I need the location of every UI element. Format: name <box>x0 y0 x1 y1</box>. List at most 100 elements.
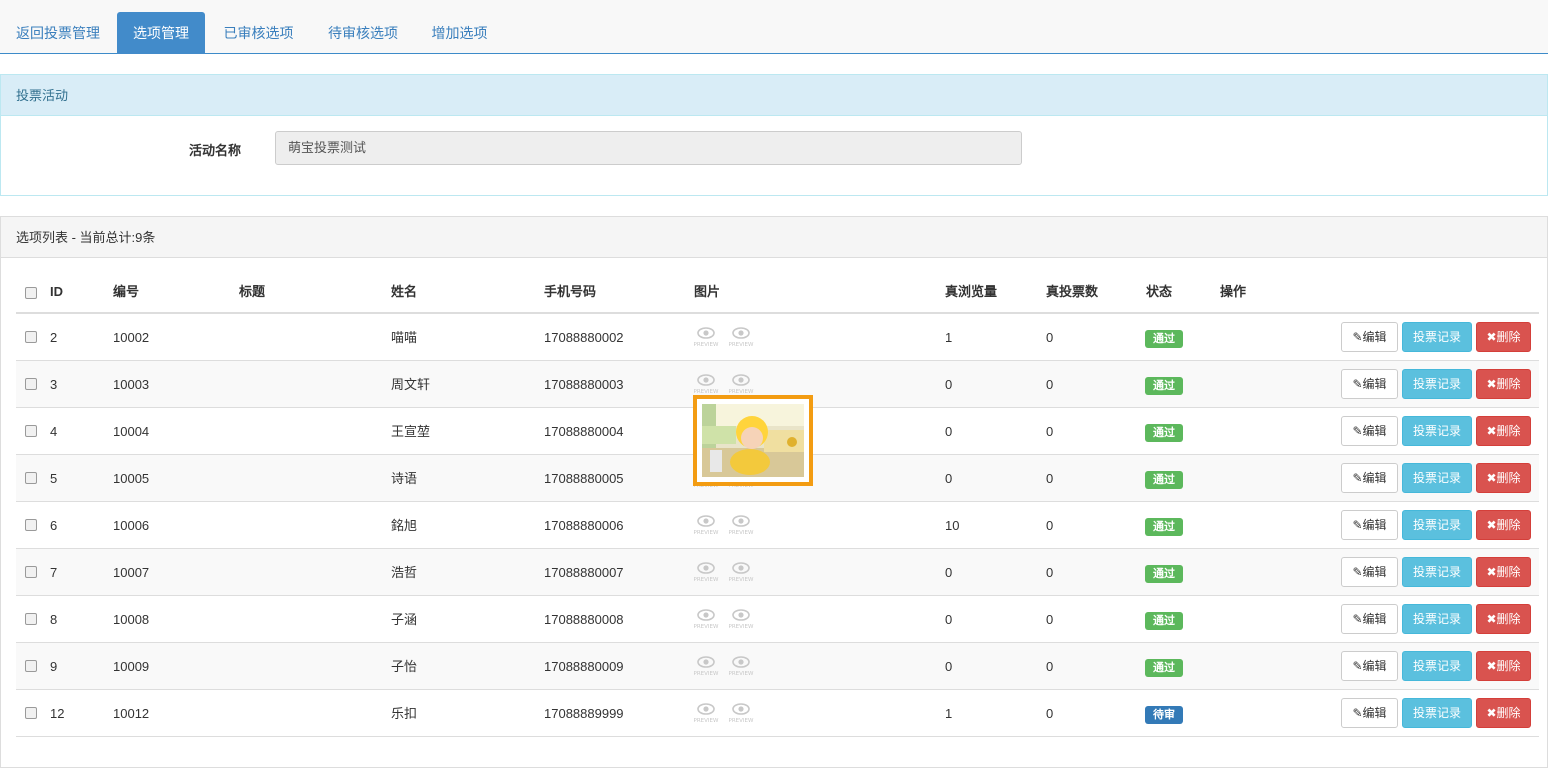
preview-eye-icon[interactable]: PREVIEW <box>693 608 719 632</box>
status-badge: 通过 <box>1145 471 1183 489</box>
row-id: 6 <box>50 518 58 533</box>
row-checkbox[interactable] <box>25 660 37 672</box>
row-checkbox[interactable] <box>25 613 37 625</box>
vote-log-button[interactable]: 投票记录 <box>1402 322 1472 352</box>
tab-add-option[interactable]: 增加选项 <box>415 12 504 54</box>
delete-button[interactable]: ✖删除 <box>1476 557 1531 587</box>
vote-log-button[interactable]: 投票记录 <box>1402 510 1472 540</box>
svg-text:PREVIEW: PREVIEW <box>729 342 754 348</box>
edit-button[interactable]: ✎编辑 <box>1341 369 1398 399</box>
preview-eye-icon[interactable]: PREVIEW <box>693 326 719 350</box>
row-name: 周文轩 <box>391 377 431 392</box>
activity-name-field[interactable]: 萌宝投票测试 <box>275 131 1022 165</box>
delete-button[interactable]: ✖删除 <box>1476 698 1531 728</box>
delete-button[interactable]: ✖删除 <box>1476 416 1531 446</box>
status-badge: 通过 <box>1145 565 1183 583</box>
row-checkbox[interactable] <box>25 519 37 531</box>
vote-log-button[interactable]: 投票记录 <box>1402 557 1472 587</box>
header-id: ID <box>50 284 63 299</box>
svg-text:PREVIEW: PREVIEW <box>694 624 719 630</box>
preview-eye-icon[interactable]: PREVIEW <box>728 373 754 397</box>
row-views: 0 <box>945 424 953 439</box>
delete-button[interactable]: ✖删除 <box>1476 604 1531 634</box>
delete-button[interactable]: ✖删除 <box>1476 651 1531 681</box>
svg-text:PREVIEW: PREVIEW <box>694 718 719 724</box>
row-checkbox[interactable] <box>25 707 37 719</box>
edit-button[interactable]: ✎编辑 <box>1341 557 1398 587</box>
row-phone: 17088889999 <box>544 706 624 721</box>
row-checkbox[interactable] <box>25 566 37 578</box>
row-phone: 17088880005 <box>544 471 624 486</box>
delete-button[interactable]: ✖删除 <box>1476 510 1531 540</box>
preview-eye-icon[interactable]: PREVIEW <box>728 326 754 350</box>
row-phone: 17088880009 <box>544 659 624 674</box>
preview-eye-icon[interactable]: PREVIEW <box>728 514 754 538</box>
edit-button[interactable]: ✎编辑 <box>1341 416 1398 446</box>
row-id: 2 <box>50 330 58 345</box>
row-name: 子涵 <box>391 612 418 627</box>
delete-button[interactable]: ✖删除 <box>1476 369 1531 399</box>
vote-log-button[interactable]: 投票记录 <box>1402 369 1472 399</box>
row-phone: 17088880007 <box>544 565 624 580</box>
row-name: 浩哲 <box>391 565 418 580</box>
row-checkbox[interactable] <box>25 331 37 343</box>
option-list-heading: 选项列表 - 当前总计:9条 <box>1 217 1547 258</box>
edit-button[interactable]: ✎编辑 <box>1341 698 1398 728</box>
preview-eye-icon[interactable]: PREVIEW <box>728 655 754 679</box>
tab-option-management[interactable]: 选项管理 <box>117 12 205 54</box>
header-views: 真浏览量 <box>945 284 998 299</box>
row-checkbox[interactable] <box>25 472 37 484</box>
edit-button[interactable]: ✎编辑 <box>1341 463 1398 493</box>
row-views: 0 <box>945 471 953 486</box>
table-row: 7 10007 浩哲 17088880007 PREVIEW PREVIEW 0 0 通过 ✎编辑… <box>16 549 1539 596</box>
edit-button[interactable]: ✎编辑 <box>1341 604 1398 634</box>
header-image: 图片 <box>694 284 721 299</box>
header-status: 状态 <box>1146 284 1173 299</box>
preview-eye-icon[interactable]: PREVIEW <box>728 702 754 726</box>
vote-log-button[interactable]: 投票记录 <box>1402 651 1472 681</box>
preview-eye-icon[interactable]: PREVIEW <box>693 702 719 726</box>
activity-panel-heading: 投票活动 <box>1 75 1547 116</box>
tab-back-to-vote-management[interactable]: 返回投票管理 <box>0 12 116 54</box>
preview-eye-icon[interactable]: PREVIEW <box>693 561 719 585</box>
row-votes: 0 <box>1046 659 1054 674</box>
select-all-checkbox[interactable] <box>25 287 37 299</box>
vote-log-button[interactable]: 投票记录 <box>1402 463 1472 493</box>
edit-button[interactable]: ✎编辑 <box>1341 322 1398 352</box>
row-votes: 0 <box>1046 565 1054 580</box>
row-number: 10008 <box>113 612 150 627</box>
delete-button[interactable]: ✖删除 <box>1476 322 1531 352</box>
svg-text:PREVIEW: PREVIEW <box>694 577 719 583</box>
tab-pending-options[interactable]: 待审核选项 <box>311 12 415 54</box>
preview-eye-icon[interactable]: PREVIEW <box>693 373 719 397</box>
tab-approved-options[interactable]: 已审核选项 <box>206 12 311 54</box>
table-row: 9 10009 子怡 17088880009 PREVIEW PREVIEW 0 0 通过 ✎编辑… <box>16 643 1539 690</box>
svg-text:PREVIEW: PREVIEW <box>694 342 719 348</box>
activity-panel: 投票活动 活动名称 萌宝投票测试 <box>0 74 1548 196</box>
delete-button[interactable]: ✖删除 <box>1476 463 1531 493</box>
row-number: 10004 <box>113 424 150 439</box>
row-id: 3 <box>50 377 58 392</box>
row-number: 10009 <box>113 659 150 674</box>
row-name: 乐扣 <box>391 706 418 721</box>
row-id: 8 <box>50 612 58 627</box>
vote-log-button[interactable]: 投票记录 <box>1402 416 1472 446</box>
option-list-panel: 选项列表 - 当前总计:9条 ID 编号 标题 姓名 手机号码 图片 真浏览量 … <box>0 216 1548 768</box>
svg-text:PREVIEW: PREVIEW <box>729 577 754 583</box>
header-title: 标题 <box>239 284 266 299</box>
status-badge: 通过 <box>1145 659 1183 677</box>
vote-log-button[interactable]: 投票记录 <box>1402 604 1472 634</box>
preview-eye-icon[interactable]: PREVIEW <box>693 655 719 679</box>
svg-text:PREVIEW: PREVIEW <box>729 671 754 677</box>
edit-button[interactable]: ✎编辑 <box>1341 651 1398 681</box>
preview-eye-icon[interactable]: PREVIEW <box>693 514 719 538</box>
row-number: 10012 <box>113 706 150 721</box>
svg-text:PREVIEW: PREVIEW <box>729 530 754 536</box>
row-checkbox[interactable] <box>25 425 37 437</box>
edit-button[interactable]: ✎编辑 <box>1341 510 1398 540</box>
header-name: 姓名 <box>391 284 418 299</box>
preview-eye-icon[interactable]: PREVIEW <box>728 608 754 632</box>
row-checkbox[interactable] <box>25 378 37 390</box>
vote-log-button[interactable]: 投票记录 <box>1402 698 1472 728</box>
preview-eye-icon[interactable]: PREVIEW <box>728 561 754 585</box>
